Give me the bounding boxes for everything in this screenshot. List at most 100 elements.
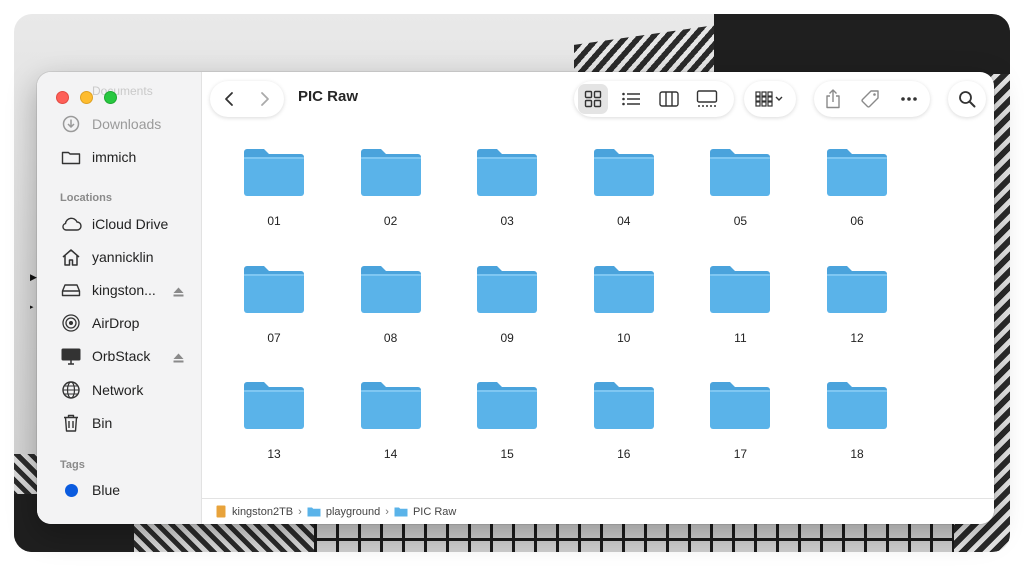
sidebar-item-downloads[interactable]: Downloads [59,111,194,137]
folder-name: 11 [734,330,747,345]
sidebar-item-label: Network [92,382,144,398]
folder-name: 12 [850,330,864,345]
trash-icon [59,413,83,433]
share-icon [826,89,840,109]
sidebar-item-network[interactable]: Network [59,377,194,403]
eject-icon[interactable] [173,284,184,300]
gallery-view-button[interactable] [692,84,722,114]
folder-icon [593,149,654,196]
folder-name: 07 [267,330,281,345]
folder-icon [477,382,538,429]
folder-icon [827,149,887,196]
path-item-playground[interactable]: playground [307,506,380,518]
sidebar-item-bin[interactable]: Bin [59,410,194,436]
folder-icon [477,265,538,313]
folder-icon [827,265,887,313]
minimize-button[interactable] [80,91,93,104]
folder-item[interactable]: 12 [812,249,902,359]
path-item-label: kingston2TB [232,505,294,518]
close-button[interactable] [56,91,69,104]
sidebar-item-kingston[interactable]: kingston... [59,277,194,303]
sidebar-item-label: Blue [92,482,121,498]
toolbar: PIC Raw [202,72,994,122]
search-button[interactable] [952,84,982,114]
zoom-button[interactable] [104,91,117,104]
folder-name: 06 [850,214,864,228]
path-item-kingston2tb[interactable]: kingston2TB [216,505,293,518]
folder-item[interactable]: 17 [695,365,785,475]
finder-window: Documents Downloads immich Locations iCl… [37,72,994,524]
disclosure-arrow-icon[interactable]: ▸ [30,303,34,311]
folder-icon [360,265,421,313]
disclosure-arrow-icon[interactable]: ▶ [30,272,37,283]
sidebar-item-label: Downloads [92,116,162,132]
sidebar-item-yannicklin[interactable]: yannicklin [59,244,194,270]
folder-icon [710,265,771,313]
path-separator: › [385,505,389,518]
folder-name: 04 [617,214,631,228]
folder-icon [360,149,421,196]
folder-item[interactable]: 18 [812,365,902,475]
sidebar: Documents Downloads immich Locations iCl… [37,72,202,524]
icon-view-button[interactable] [578,84,608,114]
back-button[interactable] [214,84,244,114]
folder-item[interactable]: 03 [462,132,552,242]
group-by-button[interactable] [750,84,790,114]
folder-item[interactable]: 13 [229,365,319,475]
folder-name: 03 [500,214,514,228]
sidebar-item-immich[interactable]: immich [59,144,194,170]
eject-icon[interactable] [173,350,184,366]
search-group [948,81,986,117]
gallery-icon [696,90,718,107]
folder-item[interactable]: 11 [695,249,785,359]
group-grid-icon [755,91,783,107]
sidebar-item-airdrop[interactable]: AirDrop [59,310,194,336]
share-button[interactable] [818,84,848,114]
folder-item[interactable]: 16 [579,365,669,475]
folder-name: 09 [500,330,514,345]
sidebar-item-label: OrbStack [92,348,151,364]
sidebar-item-label: AirDrop [92,315,140,331]
sidebar-item-tag-blue[interactable]: Blue [59,477,194,503]
folder-name: 16 [617,447,631,461]
group-by-group [744,81,796,117]
folder-icon [394,507,408,517]
folder-item[interactable]: 06 [812,132,902,242]
sidebar-item-orbstack[interactable]: OrbStack [59,343,194,369]
sidebar-item-label: kingston... [92,282,156,298]
tag-button[interactable] [856,84,886,114]
more-actions-button[interactable] [894,84,924,114]
sidebar-item-icloud-drive[interactable]: iCloud Drive [59,211,194,237]
chevron-left-icon [225,92,233,106]
folder-name: 10 [617,330,631,345]
folder-item[interactable]: 10 [579,249,669,359]
list-view-button[interactable] [616,84,646,114]
folder-item[interactable]: 04 [579,132,669,242]
folder-icon [710,149,771,196]
folder-item[interactable]: 05 [695,132,785,242]
path-item-pic-raw[interactable]: PIC Raw [394,506,456,518]
folder-item[interactable]: 07 [229,249,319,359]
folder-item[interactable]: 15 [462,365,552,475]
list-icon [622,92,640,106]
folder-name: 05 [733,214,748,228]
folder-item[interactable]: 02 [346,132,436,242]
tag-color-dot [59,480,83,500]
folder-item[interactable]: 01 [229,132,319,242]
forward-button[interactable] [250,84,280,114]
folder-item[interactable]: 14 [346,365,436,475]
folder-icon [477,149,538,196]
sidebar-section-locations: Locations [60,192,112,204]
drive-icon [59,280,83,300]
background-building [714,14,1010,74]
ellipsis-icon [901,97,917,101]
column-view-button[interactable] [654,84,684,114]
folder-item[interactable]: 09 [462,249,552,359]
folder-name: 02 [383,214,398,228]
folder-icon [827,382,887,429]
path-bar: kingston2TB › playground › PIC Raw [202,498,994,524]
search-icon [959,91,976,108]
view-mode-group [574,81,734,117]
folder-item[interactable]: 08 [346,249,436,359]
home-icon [59,247,83,267]
